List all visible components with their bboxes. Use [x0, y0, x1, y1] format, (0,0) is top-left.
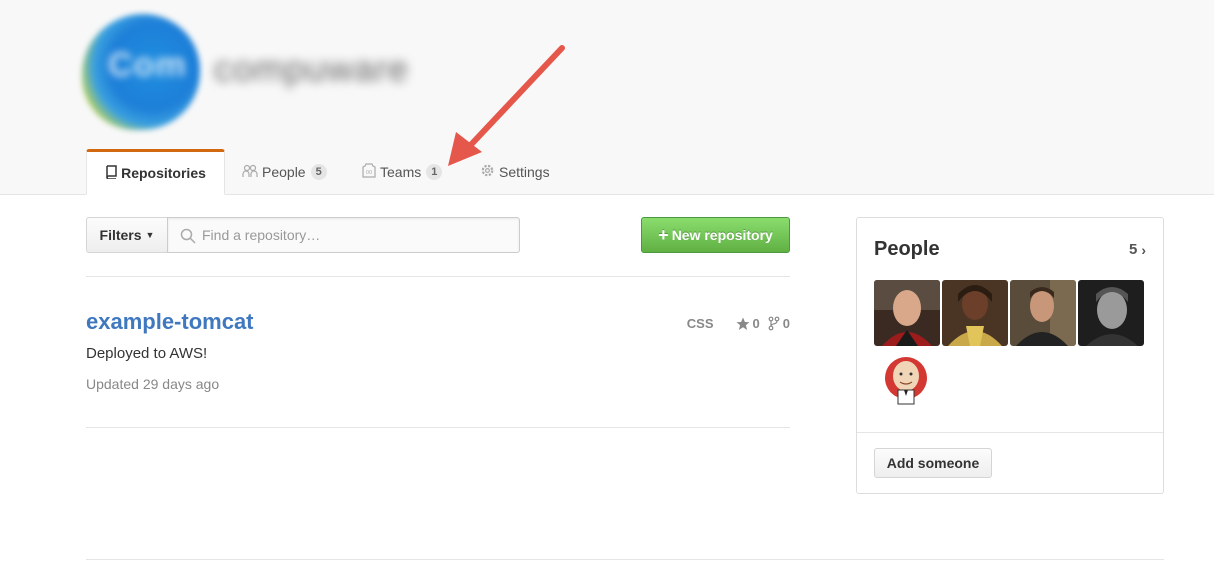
- people-icon: [242, 164, 258, 181]
- org-logo-text: Com: [108, 46, 187, 84]
- stargazers-link[interactable]: 0: [736, 316, 760, 331]
- teams-counter: 1: [426, 164, 443, 180]
- repo-updated: Updated 29 days ago: [86, 376, 220, 392]
- divider: [86, 276, 790, 277]
- people-count: 5: [1128, 241, 1138, 258]
- chevron-right-icon: ›: [1141, 241, 1146, 258]
- search-input[interactable]: [202, 218, 512, 252]
- star-icon: [736, 317, 750, 330]
- divider: [86, 559, 1164, 560]
- search-icon: [180, 228, 196, 249]
- fork-icon: [768, 316, 780, 331]
- divider: [857, 432, 1163, 433]
- people-count-link[interactable]: 5 ›: [1129, 241, 1146, 258]
- people-panel-title: People: [874, 238, 940, 260]
- forks-link[interactable]: 0: [768, 316, 790, 331]
- star-count: 0: [752, 316, 760, 331]
- avatar[interactable]: [882, 352, 934, 408]
- divider: [86, 427, 790, 428]
- fork-count: 0: [782, 316, 790, 331]
- repo-icon: [105, 164, 117, 182]
- people-panel: People 5 › Add someone: [856, 217, 1164, 494]
- tab-teams[interactable]: 00 Teams 1: [362, 150, 443, 194]
- org-header: Com compuware Repositories People 5 00 T…: [0, 0, 1214, 195]
- repo-search[interactable]: [167, 217, 520, 253]
- filters-button[interactable]: Filters ▼: [86, 217, 168, 253]
- tab-people[interactable]: People 5: [242, 150, 327, 194]
- add-someone-button[interactable]: Add someone: [874, 448, 992, 478]
- tab-label: Settings: [499, 164, 550, 180]
- avatar[interactable]: [874, 280, 940, 346]
- filters-label: Filters: [99, 227, 142, 243]
- new-repo-label: New repository: [671, 227, 773, 243]
- repo-description: Deployed to AWS!: [86, 345, 208, 362]
- avatar[interactable]: [1078, 280, 1144, 346]
- org-name: compuware: [214, 48, 410, 89]
- jersey-icon: 00: [362, 163, 376, 181]
- caret-down-icon: ▼: [145, 230, 155, 240]
- tab-settings[interactable]: Settings: [480, 150, 550, 194]
- tab-label: Repositories: [121, 165, 206, 181]
- gear-icon: [480, 163, 495, 181]
- avatar[interactable]: [942, 280, 1008, 346]
- plus-icon: +: [658, 225, 669, 245]
- tab-label: People: [262, 164, 306, 180]
- new-repository-button[interactable]: + New repository: [641, 217, 790, 253]
- tab-repositories[interactable]: Repositories: [86, 149, 225, 195]
- people-counter: 5: [310, 164, 327, 180]
- repo-language: CSS: [686, 316, 714, 331]
- avatar[interactable]: [1010, 280, 1076, 346]
- svg-text:00: 00: [366, 170, 372, 176]
- repo-name-link[interactable]: example-tomcat: [86, 309, 254, 335]
- tab-label: Teams: [380, 164, 422, 180]
- repo-stats: CSS 0 0: [687, 316, 790, 331]
